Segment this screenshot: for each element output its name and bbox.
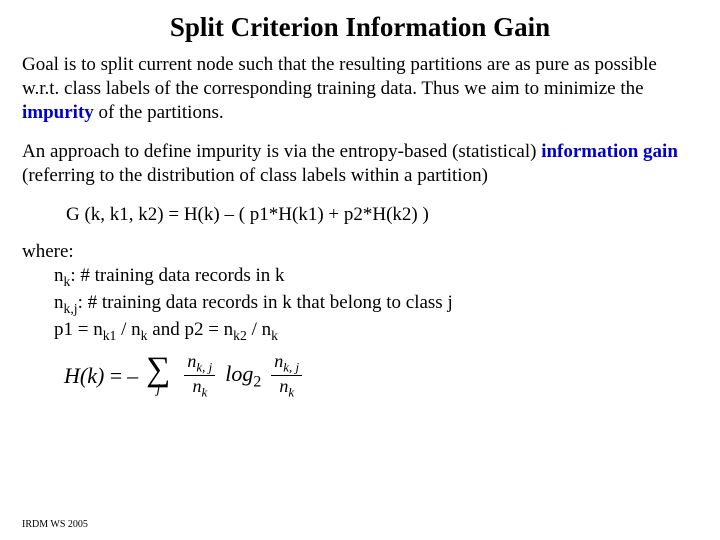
para2-text-b: (referring to the distribution of class …: [22, 165, 488, 186]
eq-hk: H(k): [64, 363, 104, 389]
para1-text-b: of the partitions.: [94, 102, 224, 123]
impurity-term: impurity: [22, 102, 94, 123]
eq-minus: –: [127, 363, 138, 389]
eq-log: log2: [225, 361, 261, 391]
w3-sub4: k: [271, 327, 278, 342]
f1-num-sub: k, j: [196, 360, 212, 375]
goal-paragraph: Goal is to split current node such that …: [22, 53, 698, 124]
w3-sub2: k: [141, 327, 148, 342]
w3-b: / n: [116, 319, 140, 340]
gain-formula: G (k, k1, k2) = H(k) – ( p1*H(k1) + p2*H…: [66, 204, 698, 226]
p-def: p1 = nk1 / nk and p2 = nk2 / nk: [54, 319, 278, 340]
eq-equals: =: [108, 363, 123, 389]
f2-num: n: [274, 351, 283, 371]
log-sub: 2: [253, 373, 261, 390]
w3-a: p1 = n: [54, 319, 103, 340]
log-text: log: [225, 361, 253, 386]
fraction-1: nk, j nk: [184, 352, 215, 399]
where-label: where:: [22, 241, 74, 262]
w3-sub3: k2: [233, 327, 247, 342]
para1-text-a: Goal is to split current node such that …: [22, 54, 657, 99]
slide-title: Split Criterion Information Gain: [22, 12, 698, 43]
nk-def: nk: # training data records in k: [54, 265, 285, 286]
entropy-equation: H(k) = – ∑ j nk, j nk log2 nk, j nk: [64, 352, 698, 399]
w1-b: : # training data records in k: [70, 265, 284, 286]
f1-den-sub: k: [201, 385, 207, 400]
w2-a: n: [54, 292, 64, 313]
w3-c: and p2 = n: [148, 319, 234, 340]
approach-paragraph: An approach to define impurity is via th…: [22, 140, 698, 188]
w3-sub1: k1: [103, 327, 117, 342]
f2-den: n: [279, 376, 288, 396]
para2-text-a: An approach to define impurity is via th…: [22, 141, 541, 162]
where-block: where: n k : # training data records in k …: [22, 240, 698, 344]
footer-text: IRDM WS 2005: [22, 519, 88, 530]
f2-num-sub: k, j: [283, 360, 299, 375]
nkj-def: nk,j: # training data records in k that …: [54, 292, 453, 313]
information-gain-term: information gain: [541, 141, 678, 162]
w3-d: / n: [247, 319, 271, 340]
w2-sub: k,j: [64, 301, 78, 316]
w1-a: n: [54, 265, 64, 286]
sigma-sub: j: [156, 384, 160, 397]
sigma-block: ∑ j: [146, 355, 170, 396]
fraction-2: nk, j nk: [271, 352, 302, 399]
f2-den-sub: k: [288, 385, 294, 400]
w2-b: : # training data records in k that belo…: [78, 292, 453, 313]
